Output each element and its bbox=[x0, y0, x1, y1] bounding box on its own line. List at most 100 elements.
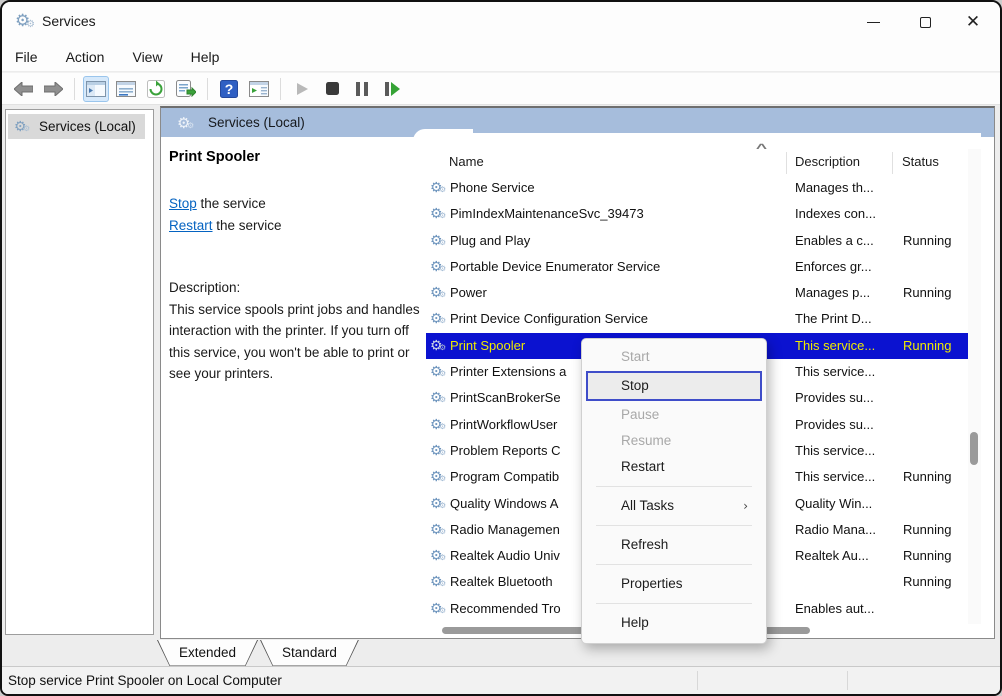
status-bar-text: Stop service Print Spooler on Local Comp… bbox=[8, 673, 282, 688]
menu-file[interactable]: File bbox=[15, 49, 38, 65]
column-header-name[interactable]: Name bbox=[449, 154, 484, 169]
service-gear-icon: ⚙⚙ bbox=[430, 521, 443, 538]
tab-label: Standard bbox=[260, 640, 359, 665]
refresh-icon[interactable] bbox=[143, 76, 169, 102]
window-title: Services bbox=[42, 13, 96, 29]
service-name: Print Device Configuration Service bbox=[450, 311, 648, 326]
tab-standard[interactable]: Standard bbox=[260, 640, 359, 667]
table-row[interactable]: ⚙⚙Plug and PlayEnables a c...Running bbox=[426, 228, 981, 254]
service-description-cell: Enforces gr... bbox=[795, 259, 872, 274]
selected-service-title: Print Spooler bbox=[169, 149, 418, 165]
service-description: Description: This service spools print j… bbox=[169, 277, 421, 385]
table-row[interactable]: ⚙⚙PimIndexMaintenanceSvc_39473Indexes co… bbox=[426, 201, 981, 227]
context-menu-item-restart[interactable]: Restart bbox=[586, 454, 762, 480]
svg-text:?: ? bbox=[225, 81, 234, 97]
service-status-cell: Running bbox=[903, 285, 951, 300]
service-name: Program Compatib bbox=[450, 469, 559, 484]
vertical-scrollbar[interactable] bbox=[968, 149, 981, 624]
service-gear-icon: ⚙⚙ bbox=[430, 337, 443, 354]
close-button[interactable]: ✕ bbox=[950, 2, 996, 42]
context-menu-item-resume: Resume bbox=[586, 428, 762, 454]
service-gear-icon: ⚙⚙ bbox=[430, 495, 443, 512]
service-name: Power bbox=[450, 285, 487, 300]
services-gear-icon: ⚙⚙ bbox=[14, 118, 32, 135]
table-row[interactable]: ⚙⚙ Portable Device Enumerator Service Enfo… bbox=[426, 254, 981, 280]
help-icon[interactable]: ? bbox=[216, 76, 242, 102]
menu-help[interactable]: Help bbox=[191, 49, 220, 65]
service-name: PimIndexMaintenanceSvc_39473 bbox=[450, 206, 644, 221]
service-name: Radio Managemen bbox=[450, 522, 560, 537]
menu-separator bbox=[596, 525, 752, 526]
service-description-cell: Quality Win... bbox=[795, 496, 872, 511]
service-gear-icon: ⚙⚙ bbox=[430, 284, 443, 301]
pause-service-icon[interactable] bbox=[349, 76, 375, 102]
vertical-scrollbar-thumb[interactable] bbox=[970, 432, 978, 465]
restart-service-link[interactable]: Restart bbox=[169, 218, 213, 233]
column-header-description[interactable]: Description bbox=[795, 154, 860, 169]
column-header-status[interactable]: Status bbox=[902, 154, 939, 169]
service-status-cell: Running bbox=[903, 469, 951, 484]
service-description-cell: Enables aut... bbox=[795, 601, 875, 616]
service-gear-icon: ⚙⚙ bbox=[430, 600, 443, 617]
tab-extended[interactable]: Extended bbox=[157, 640, 258, 667]
status-bar-divider bbox=[697, 671, 698, 690]
back-arrow-icon[interactable] bbox=[10, 76, 36, 102]
service-description-cell: Provides su... bbox=[795, 417, 874, 432]
context-menu-item-start: Start bbox=[586, 344, 762, 370]
service-name: PrintScanBrokerSe bbox=[450, 390, 561, 405]
service-description-cell: The Print D... bbox=[795, 311, 872, 326]
service-gear-icon: ⚙⚙ bbox=[430, 205, 443, 222]
toolbar-separator bbox=[207, 78, 208, 100]
service-description-cell: This service... bbox=[795, 469, 875, 484]
workspace: ⚙⚙ Services (Local) ⚙⚙ Services (Local) … bbox=[2, 105, 1000, 666]
export-list-icon[interactable] bbox=[173, 76, 199, 102]
menu-view[interactable]: View bbox=[132, 49, 162, 65]
context-menu-item-all-tasks[interactable]: All Tasks› bbox=[586, 493, 762, 519]
service-status-cell: Running bbox=[903, 522, 951, 537]
service-status-cell: Running bbox=[903, 338, 951, 353]
minimize-button[interactable] bbox=[850, 2, 896, 42]
service-gear-icon: ⚙⚙ bbox=[430, 468, 443, 485]
service-gear-icon: ⚙⚙ bbox=[430, 573, 443, 590]
stop-link-suffix: the service bbox=[197, 196, 266, 211]
tree-item-services-local[interactable]: ⚙⚙ Services (Local) bbox=[8, 114, 145, 139]
restart-service-icon[interactable] bbox=[379, 76, 405, 102]
menu-action[interactable]: Action bbox=[66, 49, 105, 65]
column-divider[interactable] bbox=[786, 152, 787, 174]
service-description-cell: This service... bbox=[795, 338, 875, 353]
service-gear-icon: ⚙⚙ bbox=[430, 363, 443, 380]
context-menu-item-help[interactable]: Help bbox=[586, 610, 762, 636]
context-menu-item-properties[interactable]: Properties bbox=[586, 571, 762, 597]
stop-service-link[interactable]: Stop bbox=[169, 196, 197, 211]
stop-service-icon[interactable] bbox=[319, 76, 345, 102]
services-gear-icon: ⚙⚙ bbox=[177, 114, 195, 132]
context-menu-item-stop[interactable]: Stop bbox=[586, 371, 762, 401]
show-console-tree-icon[interactable] bbox=[83, 76, 109, 102]
start-service-icon[interactable] bbox=[289, 76, 315, 102]
services-window: ⚙⚙ Services ✕ File Action View Help bbox=[0, 0, 1002, 696]
service-gear-icon: ⚙⚙ bbox=[430, 258, 443, 275]
context-menu-item-pause: Pause bbox=[586, 402, 762, 428]
table-row[interactable]: ⚙⚙PowerManages p...Running bbox=[426, 280, 981, 306]
services-main-panel: ⚙⚙ Services (Local) Print Spooler Stop t… bbox=[160, 106, 995, 639]
table-row[interactable]: ⚙⚙ Print Device Configuration Service The … bbox=[426, 306, 981, 332]
status-bar: Stop service Print Spooler on Local Comp… bbox=[2, 666, 1000, 694]
toolbar-separator bbox=[74, 78, 75, 100]
maximize-button[interactable] bbox=[902, 2, 948, 42]
table-row[interactable]: ⚙⚙Phone ServiceManages th... bbox=[426, 175, 981, 201]
service-name: Portable Device Enumerator Service bbox=[450, 259, 660, 274]
service-status-cell: Running bbox=[903, 574, 951, 589]
column-divider[interactable] bbox=[892, 152, 893, 174]
context-menu-item-refresh[interactable]: Refresh bbox=[586, 532, 762, 558]
service-description-cell: Provides su... bbox=[795, 390, 874, 405]
close-icon: ✕ bbox=[966, 14, 980, 31]
properties-icon[interactable] bbox=[113, 76, 139, 102]
service-gear-icon: ⚙⚙ bbox=[430, 310, 443, 327]
service-name: Printer Extensions a bbox=[450, 364, 566, 379]
forward-arrow-icon[interactable] bbox=[40, 76, 66, 102]
service-description-cell: Radio Mana... bbox=[795, 522, 876, 537]
show-action-pane-icon[interactable] bbox=[246, 76, 272, 102]
console-tree-panel: ⚙⚙ Services (Local) bbox=[5, 109, 154, 635]
tree-item-label: Services (Local) bbox=[39, 119, 136, 134]
toolbar: ? bbox=[2, 73, 1000, 105]
